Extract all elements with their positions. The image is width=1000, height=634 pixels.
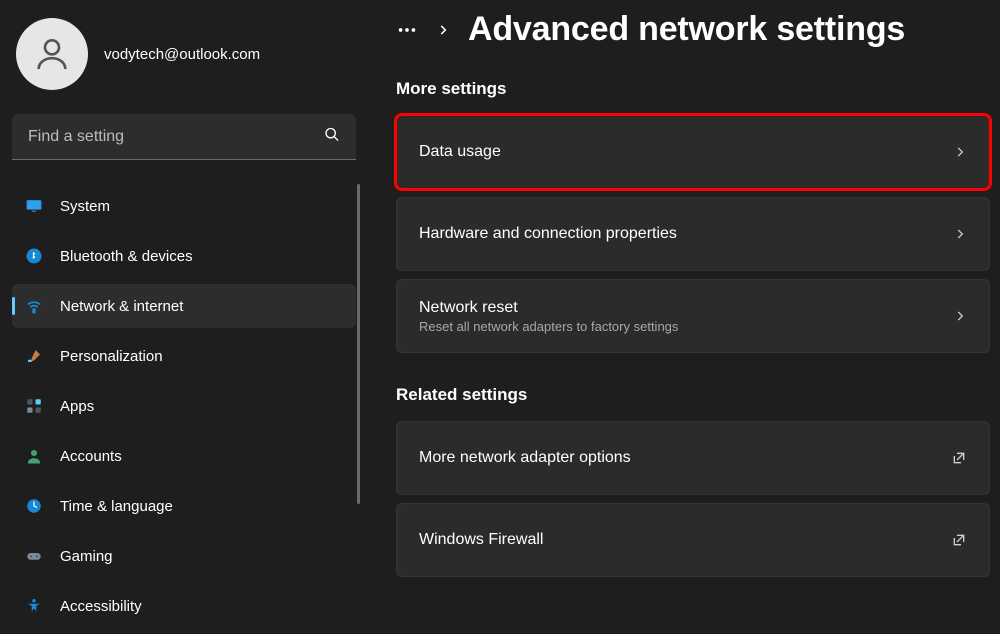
monitor-icon: [24, 196, 44, 216]
nav-label: System: [60, 198, 110, 215]
nav-label: Bluetooth & devices: [60, 248, 193, 265]
card-windows-firewall[interactable]: Windows Firewall: [396, 503, 990, 577]
gamepad-icon: [24, 546, 44, 566]
card-title: More network adapter options: [419, 449, 631, 467]
nav-scroll: System Bluetooth & devices Network & int…: [12, 184, 356, 634]
card-title: Windows Firewall: [419, 531, 543, 549]
search-box: [12, 114, 356, 160]
sidebar-item-network[interactable]: Network & internet: [12, 284, 356, 328]
search-icon: [324, 127, 340, 148]
more-settings-label: More settings: [396, 79, 990, 99]
avatar: [16, 18, 88, 90]
ellipsis-icon[interactable]: [396, 19, 418, 41]
breadcrumb: Advanced network settings: [396, 10, 990, 49]
person-icon: [24, 446, 44, 466]
nav-label: Network & internet: [60, 298, 183, 315]
paintbrush-icon: [24, 346, 44, 366]
chevron-right-icon: [953, 227, 967, 241]
apps-icon: [24, 396, 44, 416]
bluetooth-icon: [24, 246, 44, 266]
sidebar-item-bluetooth[interactable]: Bluetooth & devices: [12, 234, 356, 278]
scrollbar[interactable]: [357, 184, 360, 504]
sidebar-item-personalization[interactable]: Personalization: [12, 334, 356, 378]
search-input[interactable]: [12, 114, 356, 160]
nav-label: Gaming: [60, 548, 113, 565]
open-external-icon: [951, 532, 967, 548]
card-network-reset[interactable]: Network reset Reset all network adapters…: [396, 279, 990, 353]
nav-label: Apps: [60, 398, 94, 415]
open-external-icon: [951, 450, 967, 466]
chevron-right-icon: [953, 309, 967, 323]
nav-label: Time & language: [60, 498, 173, 515]
nav-label: Accounts: [60, 448, 122, 465]
sidebar-item-accessibility[interactable]: Accessibility: [12, 584, 356, 628]
accessibility-icon: [24, 596, 44, 616]
sidebar: vodytech@outlook.com System Bluetooth & …: [0, 0, 368, 634]
card-more-network-adapter[interactable]: More network adapter options: [396, 421, 990, 495]
sidebar-item-system[interactable]: System: [12, 184, 356, 228]
nav-label: Accessibility: [60, 598, 142, 615]
card-title: Network reset: [419, 299, 678, 317]
chevron-right-icon: [436, 23, 450, 37]
wifi-icon: [24, 296, 44, 316]
sidebar-item-accounts[interactable]: Accounts: [12, 434, 356, 478]
chevron-right-icon: [953, 145, 967, 159]
card-data-usage[interactable]: Data usage: [396, 115, 990, 189]
card-title: Hardware and connection properties: [419, 225, 677, 243]
card-subtitle: Reset all network adapters to factory se…: [419, 319, 678, 334]
card-title: Data usage: [419, 143, 501, 161]
profile-area[interactable]: vodytech@outlook.com: [12, 18, 356, 90]
related-settings-label: Related settings: [396, 385, 990, 405]
user-email: vodytech@outlook.com: [104, 46, 260, 63]
card-hardware-properties[interactable]: Hardware and connection properties: [396, 197, 990, 271]
page-title: Advanced network settings: [468, 10, 905, 49]
clock-globe-icon: [24, 496, 44, 516]
sidebar-item-time-language[interactable]: Time & language: [12, 484, 356, 528]
sidebar-item-apps[interactable]: Apps: [12, 384, 356, 428]
nav-label: Personalization: [60, 348, 163, 365]
main-panel: Advanced network settings More settings …: [368, 0, 1000, 634]
sidebar-item-gaming[interactable]: Gaming: [12, 534, 356, 578]
user-icon: [32, 34, 72, 74]
